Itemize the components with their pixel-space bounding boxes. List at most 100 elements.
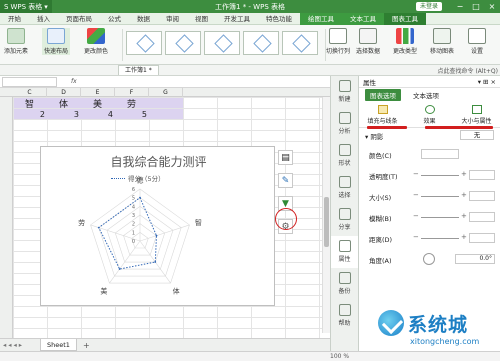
cell[interactable]: 3 [48,110,82,119]
zoom-level[interactable]: 100 % [330,353,349,360]
pane-close-icon[interactable]: ▾ ⊞ × [478,78,496,86]
document-tab[interactable]: 工作簿1 * [118,65,159,75]
select-icon [338,176,351,188]
settings-button[interactable]: 设置 [468,28,486,55]
cell[interactable]: 5 [116,110,150,119]
menu-tabs: 开始 插入 页面布局 公式 数据 审阅 视图 开发工具 特色功能 绘图工具 文本… [0,12,500,25]
close-icon[interactable]: × [484,0,500,13]
brush-icon[interactable]: ✎ [278,173,293,188]
tab-view[interactable]: 视图 [187,13,216,25]
nav-backup[interactable]: 备份 [331,268,358,300]
chart-elements-icon[interactable]: ▤ [278,150,293,165]
sheet-nav-arrows[interactable]: ◂◂◂▸ [0,341,40,349]
color-picker[interactable] [421,149,459,159]
tab-special[interactable]: 特色功能 [258,13,300,25]
transparency-slider[interactable] [413,170,467,178]
prop-row-blur: 模糊(B) [359,207,500,228]
pane-tabs: 图表选项 文本选项 [359,88,500,102]
cell[interactable]: 4 [82,110,116,119]
tab-drawing-tools[interactable]: 绘图工具 [300,12,342,25]
tab-developer[interactable]: 开发工具 [216,13,258,25]
row-headers [0,97,13,338]
shadow-preset-select[interactable]: 无 [460,130,494,140]
nav-label: 选择 [338,192,351,199]
nav-share[interactable]: 分享 [331,204,358,236]
chart-style-4[interactable] [243,31,279,55]
tab-home[interactable]: 开始 [0,13,29,25]
name-box[interactable] [2,76,57,87]
watermark-url: xitongcheng.com [410,337,480,346]
add-element-button[interactable]: 添加元素 [4,28,28,55]
column-header[interactable]: G [149,88,183,97]
angle-input[interactable]: 0.0° [455,254,495,264]
nav-new[interactable]: 新建 [331,76,358,108]
tab-insert[interactable]: 插入 [29,13,58,25]
distance-slider[interactable] [413,233,467,241]
nav-shapes[interactable]: 形状 [331,140,358,172]
app-menu-button[interactable]: S WPS 表格 ▾ [0,0,52,13]
chart-style-3[interactable] [204,31,240,55]
chart-style-gallery [126,31,318,55]
tab-chart-options[interactable]: 图表选项 [365,89,401,101]
prop-label: 透明度(T) [369,172,398,181]
change-type-button[interactable]: 更改类型 [393,28,417,55]
angle-dial-icon[interactable] [423,253,435,265]
cell[interactable]: 体 [48,97,82,110]
category-label: 智 [195,218,202,227]
tab-chart-tools[interactable]: 图表工具 [384,12,426,25]
subtab-size-property[interactable]: 大小与属性 [453,102,500,127]
switch-rowcol-label: 切换行列 [326,48,351,55]
nav-label: 帮助 [338,320,351,327]
change-color-button[interactable]: 更改颜色 [84,28,108,55]
tab-text-tools[interactable]: 文本工具 [342,12,384,25]
login-button[interactable]: 未登录 [415,2,442,11]
new-icon [338,80,351,92]
select-data-button[interactable]: 选择数据 [356,28,380,55]
tick-label: 3 [132,213,135,219]
cell[interactable]: 劳 [116,97,150,110]
distance-input[interactable] [469,233,495,243]
subtab-label: 大小与属性 [461,118,492,125]
switch-rowcol-button[interactable]: 切换行列 [326,28,350,55]
tab-formulas[interactable]: 公式 [100,13,129,25]
wps-logo-icon: S [4,2,9,11]
radar-plot: 0 1 2 3 4 5 6德智体 美 劳 [78,176,202,296]
nav-select[interactable]: 选择 [331,172,358,204]
nav-properties[interactable]: 属性 [331,236,358,268]
tab-page-layout[interactable]: 页面布局 [58,13,100,25]
cell[interactable]: 美 [82,97,116,110]
move-chart-button[interactable]: 移动图表 [430,28,454,55]
quick-layout-button[interactable]: 快速布局 [42,28,71,55]
chart-style-1[interactable] [126,31,162,55]
watermark-name: 系统城 [408,314,469,336]
maximize-icon[interactable]: □ [468,0,484,13]
nav-help[interactable]: 帮助 [331,300,358,332]
subtab-fill-line[interactable]: 填充与线条 [359,102,406,127]
chart-style-2[interactable] [165,31,201,55]
add-element-label: 添加元素 [4,48,29,55]
category-label: 德 [137,176,144,185]
minimize-icon[interactable]: − [452,0,468,13]
size-input[interactable] [469,191,495,201]
add-sheet-icon[interactable]: + [83,341,90,350]
blur-input[interactable] [469,212,495,222]
tab-text-options[interactable]: 文本选项 [413,90,439,100]
vertical-scrollbar[interactable] [322,97,330,333]
radar-chart[interactable]: 自我综合能力测评 得分（5分） 0123456德智体美劳 [40,146,275,306]
nav-analysis[interactable]: 分析 [331,108,358,140]
sheet-tab[interactable]: Sheet1 [40,339,77,351]
fx-icon[interactable]: fx [71,78,77,85]
shadow-section: ▾ 阴影 无 [359,128,500,144]
command-search[interactable]: 点此查找命令 (Alt+Q) [438,66,498,75]
subtab-effect[interactable]: 效果 [406,102,453,127]
blur-slider[interactable] [413,212,467,220]
size-slider[interactable] [413,191,467,199]
tab-data[interactable]: 数据 [129,13,158,25]
collapse-icon[interactable]: ▾ [365,133,368,141]
transparency-input[interactable] [469,170,495,180]
cell[interactable]: 2 [14,110,48,119]
tab-review[interactable]: 审阅 [158,13,187,25]
cell[interactable]: 智 [14,97,48,110]
chevron-down-icon: ▾ [44,2,48,11]
chart-style-5[interactable] [282,31,318,55]
